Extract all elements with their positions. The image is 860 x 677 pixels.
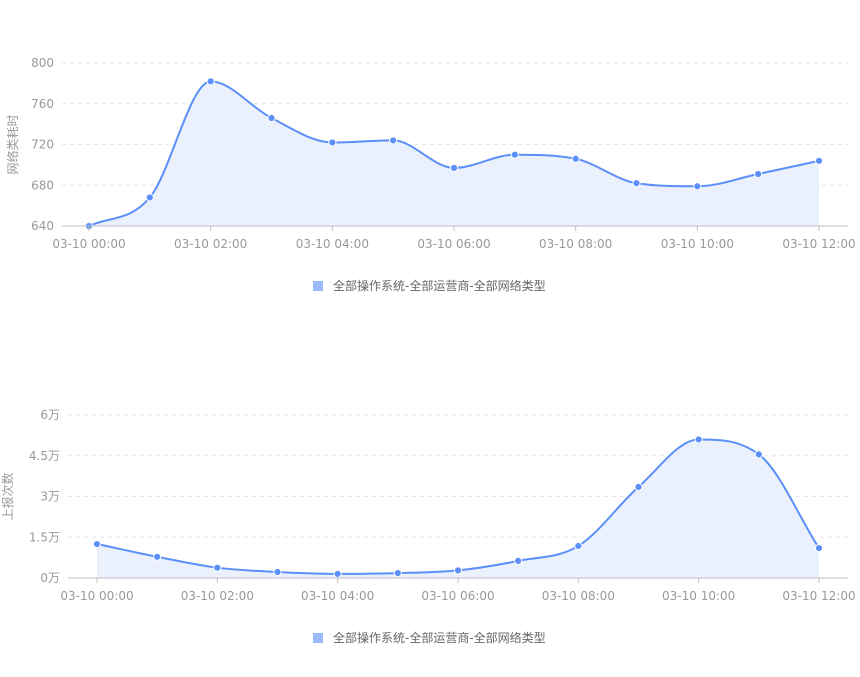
- latency-data-point[interactable]: [814, 156, 824, 165]
- reports-y-tick-label: 3万: [40, 490, 60, 504]
- latency-x-tick-label: 03-10 08:00: [539, 237, 612, 251]
- reports-y-tick-label: 1.5万: [29, 530, 60, 544]
- latency-data-point[interactable]: [510, 150, 519, 159]
- latency-data-point[interactable]: [145, 193, 154, 202]
- latency-data-point[interactable]: [571, 154, 580, 163]
- reports-x-tick-label: 03-10 08:00: [542, 589, 615, 603]
- latency-legend-swatch[interactable]: [313, 281, 323, 291]
- reports-y-tick-label: 6万: [40, 408, 60, 422]
- latency-data-point[interactable]: [449, 163, 459, 173]
- reports-data-point[interactable]: [92, 539, 102, 549]
- reports-y-tick-label: 0万: [40, 571, 60, 585]
- reports-data-point[interactable]: [754, 450, 763, 459]
- reports-data-point[interactable]: [694, 435, 703, 444]
- latency-y-tick-label: 640: [31, 219, 54, 233]
- reports-data-point[interactable]: [333, 569, 342, 579]
- reports-data-point[interactable]: [574, 541, 583, 551]
- reports-data-point[interactable]: [514, 556, 523, 565]
- latency-x-tick-label: 03-10 04:00: [296, 237, 369, 251]
- latency-data-point[interactable]: [206, 77, 215, 86]
- latency-data-point[interactable]: [632, 179, 641, 188]
- reports-data-point[interactable]: [213, 563, 222, 572]
- latency-legend-label[interactable]: 全部操作系统-全部运营商-全部网络类型: [333, 278, 546, 293]
- latency-series-area: [89, 81, 819, 226]
- latency-y-tick-label: 680: [31, 178, 54, 192]
- reports-x-tick-label: 03-10 02:00: [181, 589, 254, 603]
- latency-x-tick-label: 03-10 02:00: [174, 237, 247, 251]
- latency-y-tick-label: 760: [31, 97, 54, 111]
- latency-data-point[interactable]: [328, 138, 337, 147]
- chart-panel-reports: 0万 1.5万 3万 4.5万 6万上报次数 03-10 00:00 03-10 02:00…: [0, 338, 860, 677]
- latency-chart: 640 680 720 760 800 网络类耗时 03-10 00:00 03-10 02:…: [5, 56, 856, 293]
- reports-legend-label[interactable]: 全部操作系统-全部运营商-全部网络类型: [333, 630, 546, 645]
- reports-chart: 0万 1.5万 3万 4.5万 6万上报次数 03-10 00:00 03-10 02:00…: [0, 408, 856, 645]
- latency-x-tick-label: 03-10 06:00: [417, 237, 490, 251]
- reports-x-tick-label: 03-10 10:00: [662, 589, 735, 603]
- latency-legend[interactable]: 全部操作系统-全部运营商-全部网络类型: [313, 278, 546, 293]
- reports-data-point[interactable]: [153, 552, 162, 561]
- latency-x-tick-label: 03-10 10:00: [661, 237, 734, 251]
- latency-x-tick-label: 03-10 12:00: [782, 237, 855, 251]
- reports-legend[interactable]: 全部操作系统-全部运营商-全部网络类型: [313, 630, 546, 645]
- reports-x-tick-label: 03-10 06:00: [421, 589, 494, 603]
- reports-x-tick-label: 03-10 00:00: [60, 589, 133, 603]
- reports-data-point[interactable]: [393, 569, 402, 578]
- reports-legend-swatch[interactable]: [313, 633, 323, 643]
- latency-data-point[interactable]: [267, 113, 276, 123]
- latency-y-tick-label: 720: [31, 138, 54, 152]
- latency-data-point[interactable]: [693, 182, 702, 191]
- latency-data-point[interactable]: [389, 136, 398, 145]
- latency-x-tick-label: 03-10 00:00: [52, 237, 125, 251]
- latency-y-tick-label: 800: [31, 56, 54, 70]
- reports-series-area: [97, 439, 819, 578]
- chart-panel-latency: 640 680 720 760 800 网络类耗时 03-10 00:00 03-10 02:…: [0, 0, 860, 338]
- reports-data-point[interactable]: [273, 567, 282, 577]
- reports-data-point[interactable]: [634, 482, 643, 492]
- latency-y-axis-title: 网络类耗时: [5, 114, 20, 174]
- reports-data-point[interactable]: [814, 544, 824, 553]
- reports-y-tick-label: 4.5万: [29, 449, 60, 463]
- reports-y-axis-title: 上报次数: [0, 472, 15, 520]
- reports-data-point[interactable]: [453, 566, 463, 575]
- reports-x-tick-label: 03-10 04:00: [301, 589, 374, 603]
- latency-data-point[interactable]: [754, 169, 763, 179]
- reports-x-tick-label: 03-10 12:00: [782, 589, 855, 603]
